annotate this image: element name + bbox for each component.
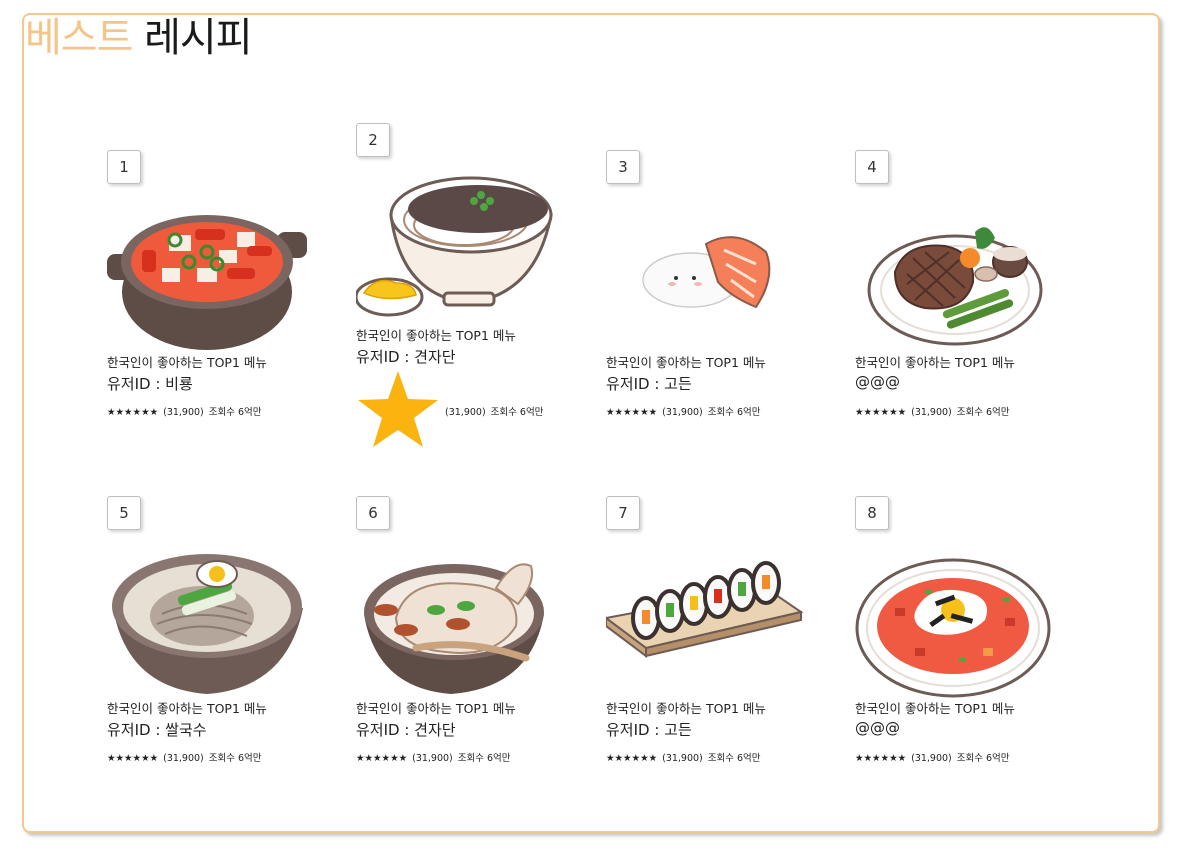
rank-badge[interactable]: 7	[606, 496, 640, 530]
recipe-meta: ★★★★★★ (31,900) 조회수 6억만	[107, 404, 267, 418]
rating-count: (31,900)	[445, 407, 486, 418]
recipe-author[interactable]: 유저ID : 쌀국수	[107, 719, 207, 740]
recipe-meta: ★★★★★★ (31,900) 조회수 6억만	[356, 750, 516, 764]
rank-badge[interactable]: 6	[356, 496, 390, 530]
recipe-description: 한국인이 좋아하는 TOP1 메뉴	[855, 701, 1015, 716]
recipe-meta: ★★★★★★ (31,900) 조회수 6억만	[606, 750, 766, 764]
recipe-card-1[interactable]: 1 한국인이 좋아하는 TOP1 메뉴 유저ID : 비룡 ★★★★★★ (31,…	[107, 150, 312, 480]
recipe-author[interactable]: 유저ID : 견자단	[356, 346, 456, 367]
rank-badge[interactable]: 4	[855, 150, 889, 184]
recipe-author[interactable]: 유저ID : 견자단	[356, 719, 456, 740]
recipe-card-6[interactable]: 6 한국인이 좋아하는 TOP1 메뉴 유저ID : 견자단 ★★★★★★ (31…	[356, 496, 561, 826]
rank-badge[interactable]: 3	[606, 150, 640, 184]
view-count: 조회수 6억만	[490, 407, 544, 418]
rating-stars: ★★★★★★	[107, 753, 159, 764]
recipe-author[interactable]: @@@	[855, 373, 900, 391]
page-title-accent: 베스트	[25, 15, 133, 61]
page-title: 베스트 레시피	[25, 14, 253, 62]
samgyetang-image[interactable]	[356, 548, 556, 698]
rating-stars: ★★★★★★	[606, 753, 658, 764]
jajangmyeon-image[interactable]	[356, 175, 556, 325]
kimchi-fried-rice-image[interactable]	[855, 548, 1055, 698]
recipe-author[interactable]: 유저ID : 비룡	[107, 373, 193, 394]
recipe-card-7[interactable]: 7 한국인이 좋아하는 TOP1 메뉴 유저ID : 고든 ★★★★★★ (31,…	[606, 496, 811, 826]
recipe-author[interactable]: 유저ID : 고든	[606, 719, 692, 740]
rating-stars: ★★★★★★	[606, 407, 658, 418]
rating-count: (31,900)	[412, 753, 453, 764]
recipe-card-4[interactable]: 4 한국인이 좋아하는 TOP1 메뉴 @@@ ★★★★★★ (31,900) 조회…	[855, 150, 1060, 480]
rating-count: (31,900)	[163, 407, 204, 418]
rating-count: (31,900)	[163, 753, 204, 764]
view-count: 조회수 6억만	[457, 753, 511, 764]
rank-badge[interactable]: 5	[107, 496, 141, 530]
rating-count: (31,900)	[662, 753, 703, 764]
star-icon[interactable]	[356, 368, 440, 450]
recipe-meta: ★★★★★★ (31,900) 조회수 6억만	[855, 404, 1015, 418]
rating-count: (31,900)	[911, 753, 952, 764]
kimbap-image[interactable]	[606, 548, 806, 698]
recipe-description: 한국인이 좋아하는 TOP1 메뉴	[356, 701, 516, 716]
recipe-description: 한국인이 좋아하는 TOP1 메뉴	[107, 355, 267, 370]
recipe-description: 한국인이 좋아하는 TOP1 메뉴	[606, 355, 766, 370]
rank-badge[interactable]: 8	[855, 496, 889, 530]
naengmyeon-image[interactable]	[107, 548, 307, 698]
view-count: 조회수 6억만	[707, 753, 761, 764]
recipe-meta: (31,900) 조회수 6억만	[445, 404, 548, 418]
rating-stars: ★★★★★★	[855, 753, 907, 764]
view-count: 조회수 6억만	[707, 407, 761, 418]
view-count: 조회수 6억만	[956, 407, 1010, 418]
rating-count: (31,900)	[662, 407, 703, 418]
rank-badge[interactable]: 1	[107, 150, 141, 184]
recipe-description: 한국인이 좋아하는 TOP1 메뉴	[606, 701, 766, 716]
rank-badge[interactable]: 2	[356, 123, 390, 157]
recipe-card-3[interactable]: 3 한국인이 좋아하는 TOP1 메뉴 유저ID : 고든 ★★★★★★ (31,…	[606, 150, 811, 480]
view-count: 조회수 6억만	[956, 753, 1010, 764]
recipe-author[interactable]: @@@	[855, 719, 900, 737]
recipe-description: 한국인이 좋아하는 TOP1 메뉴	[855, 355, 1015, 370]
page-title-rest: 레시피	[144, 15, 252, 61]
recipe-meta: ★★★★★★ (31,900) 조회수 6억만	[855, 750, 1015, 764]
rating-stars: ★★★★★★	[107, 407, 159, 418]
recipe-description: 한국인이 좋아하는 TOP1 메뉴	[107, 701, 267, 716]
view-count: 조회수 6억만	[208, 407, 262, 418]
recipe-card-2[interactable]: 2 한국인이 좋아하는 TOP1 메뉴 유저ID : 견자단 (31,900) 조…	[356, 123, 561, 453]
rating-stars: ★★★★★★	[356, 753, 408, 764]
recipe-meta: ★★★★★★ (31,900) 조회수 6억만	[606, 404, 766, 418]
view-count: 조회수 6억만	[208, 753, 262, 764]
rating-count: (31,900)	[911, 407, 952, 418]
kimchi-stew-image[interactable]	[107, 202, 307, 352]
rating-stars: ★★★★★★	[855, 407, 907, 418]
recipe-card-5[interactable]: 5 한국인이 좋아하는 TOP1 메뉴 유저ID : 쌀국수 ★★★★★★ (31…	[107, 496, 312, 826]
recipe-meta: ★★★★★★ (31,900) 조회수 6억만	[107, 750, 267, 764]
salmon-sushi-image[interactable]	[606, 202, 806, 352]
recipe-description: 한국인이 좋아하는 TOP1 메뉴	[356, 328, 516, 343]
recipe-card-8[interactable]: 8 한국인이 좋아하는 TOP1 메뉴 @@@ ★★★★★★ (31,900) 조회…	[855, 496, 1060, 826]
steak-image[interactable]	[855, 202, 1055, 352]
recipe-author[interactable]: 유저ID : 고든	[606, 373, 692, 394]
